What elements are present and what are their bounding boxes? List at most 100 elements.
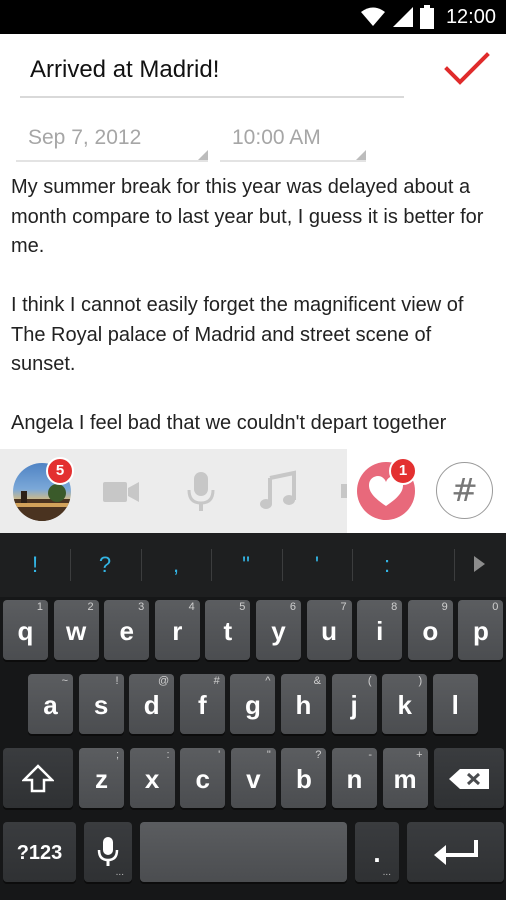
- key-label: l: [451, 690, 459, 720]
- key-hint: 6: [289, 601, 296, 613]
- photo-count-badge: 5: [46, 457, 74, 485]
- key-q[interactable]: q1: [3, 600, 48, 660]
- key-hint: ': [218, 749, 221, 761]
- soft-keyboard: ! ? , " ' : q1w2e3r4t5y6u7i8o9p0 a ~ s! d @ f…: [0, 533, 506, 900]
- music-note-icon[interactable]: [259, 470, 299, 514]
- key-l[interactable]: l: [432, 674, 478, 734]
- key-a[interactable]: a ~: [28, 674, 73, 734]
- key-hint: 7: [340, 601, 347, 613]
- key-t[interactable]: t5: [205, 600, 251, 660]
- key-c[interactable]: c ': [180, 748, 226, 808]
- enter-arrow-icon: [434, 840, 478, 865]
- key-v[interactable]: v ": [230, 748, 276, 808]
- key-f[interactable]: f #: [179, 674, 225, 734]
- suggestion-key[interactable]: ": [211, 533, 281, 597]
- key-hint: @: [158, 675, 170, 687]
- key-hint: :: [166, 749, 170, 761]
- key-o[interactable]: o9: [407, 600, 453, 660]
- voice-input-key[interactable]: ...: [84, 822, 132, 882]
- symbols-key[interactable]: ?123: [3, 822, 76, 882]
- key-j[interactable]: j(: [331, 674, 377, 734]
- symbols-key-label: ?123: [16, 842, 63, 864]
- shift-arrow-icon: [22, 764, 54, 793]
- suggestion-key[interactable]: :: [352, 533, 422, 597]
- key-h[interactable]: h &: [281, 674, 326, 734]
- key-y[interactable]: y6: [256, 600, 301, 660]
- key-p[interactable]: p0: [458, 600, 504, 660]
- key-hint: !: [115, 675, 119, 687]
- suggestion-divider: [454, 549, 455, 581]
- date-picker[interactable]: Sep 7, 2012: [16, 126, 208, 162]
- key-n[interactable]: n-: [332, 748, 377, 808]
- attachment-bar: [0, 449, 506, 533]
- key-hint: (: [367, 675, 372, 687]
- body-paragraph: I think I cannot easily forget the magni…: [11, 294, 464, 375]
- suggestion-key[interactable]: ': [282, 533, 352, 597]
- key-hint: +: [416, 749, 423, 761]
- period-key-label: .: [373, 838, 381, 868]
- time-picker[interactable]: 10:00 AM: [220, 126, 366, 162]
- body-paragraph: My summer break for this year was delaye…: [11, 176, 484, 257]
- entry-body-textarea[interactable]: My summer break for this year was delaye…: [11, 173, 491, 447]
- key-g[interactable]: g ^: [230, 674, 276, 734]
- title-field[interactable]: Arrived at Madrid!: [20, 48, 404, 98]
- key-b[interactable]: b?: [281, 748, 327, 808]
- dropdown-corner-icon: [198, 150, 208, 160]
- status-time: 12:00: [445, 6, 496, 28]
- spacebar-key[interactable]: [140, 822, 347, 882]
- key-m[interactable]: m +: [382, 748, 428, 808]
- key-k[interactable]: k): [382, 674, 428, 734]
- enter-key[interactable]: [407, 822, 504, 882]
- key-r[interactable]: r4: [154, 600, 200, 660]
- suggestion-key[interactable]: !: [0, 533, 70, 597]
- shift-key[interactable]: [3, 748, 73, 808]
- more-options-indicator: ...: [382, 867, 391, 878]
- key-w[interactable]: w2: [53, 600, 99, 660]
- suggestion-next-arrow-icon[interactable]: [474, 556, 485, 572]
- more-icon-partial: [341, 484, 347, 498]
- checkmark-icon[interactable]: [444, 52, 490, 88]
- backspace-key[interactable]: [434, 748, 504, 808]
- key-u[interactable]: u7: [306, 600, 352, 660]
- key-hint: 1: [36, 601, 43, 613]
- suggestion-key[interactable]: ,: [141, 533, 211, 597]
- key-hint: 5: [239, 601, 246, 613]
- wifi-icon: [361, 7, 385, 26]
- key-hint: -: [368, 749, 372, 761]
- key-hint: ~: [61, 675, 68, 687]
- key-hint: ): [418, 675, 423, 687]
- microphone-icon[interactable]: [186, 470, 216, 514]
- title-text: Arrived at Madrid!: [30, 56, 220, 83]
- key-hint: ^: [265, 675, 271, 687]
- key-hint: ": [266, 749, 271, 761]
- key-d[interactable]: d @: [129, 674, 175, 734]
- backspace-icon: [449, 769, 489, 789]
- period-key[interactable]: . ...: [355, 822, 399, 882]
- microphone-icon: [97, 837, 119, 866]
- hashtag-icon: #: [451, 471, 478, 509]
- status-icons: [360, 5, 434, 29]
- video-camera-icon[interactable]: [101, 470, 141, 514]
- key-hint: ?: [315, 749, 322, 761]
- key-hint: &: [313, 675, 321, 687]
- dropdown-corner-icon: [356, 150, 366, 160]
- cell-signal-icon: [393, 7, 413, 27]
- key-hint: ;: [115, 749, 119, 761]
- time-value: 10:00 AM: [232, 126, 321, 149]
- key-x[interactable]: x:: [129, 748, 175, 808]
- key-s[interactable]: s!: [78, 674, 124, 734]
- body-paragraph: Angela I feel bad that we couldn't depar…: [11, 412, 447, 434]
- status-bar: 12:00: [0, 0, 506, 34]
- key-z[interactable]: z;: [79, 748, 124, 808]
- key-e[interactable]: e3: [104, 600, 150, 660]
- heart-count-badge: 1: [389, 457, 417, 485]
- suggestion-key[interactable]: ?: [70, 533, 140, 597]
- date-value: Sep 7, 2012: [28, 126, 142, 149]
- key-hint: #: [213, 675, 220, 687]
- key-hint: 2: [87, 601, 94, 613]
- battery-icon: [420, 5, 434, 29]
- key-hint: 9: [441, 601, 448, 613]
- suggestion-strip: ! ? , " ' :: [0, 533, 506, 597]
- hashtag-button[interactable]: #: [436, 462, 493, 519]
- key-i[interactable]: i8: [357, 600, 403, 660]
